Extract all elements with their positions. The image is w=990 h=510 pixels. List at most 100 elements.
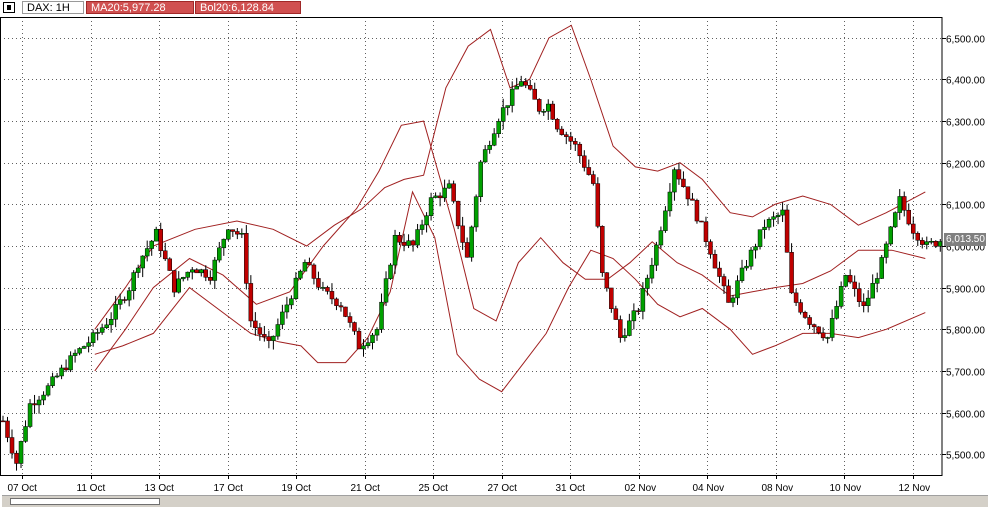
candlesticks <box>0 75 943 471</box>
candle <box>36 395 42 414</box>
price-chart[interactable]: 5,500.00 5,600.00 5,700.00 5,800.00 5,900.00… <box>0 0 990 510</box>
candle-body <box>361 345 366 350</box>
candle-body <box>523 81 528 86</box>
candle <box>221 238 227 256</box>
candle <box>131 270 136 300</box>
candle-body <box>95 332 100 334</box>
candle <box>90 329 96 347</box>
horizontal-scrollbar[interactable] <box>2 495 988 507</box>
candle <box>807 314 812 330</box>
candle <box>739 259 745 283</box>
candle-body <box>491 133 497 146</box>
candle-body <box>54 375 60 378</box>
candle <box>618 315 623 343</box>
candle-body <box>239 233 245 235</box>
candle-body <box>663 210 668 231</box>
candle <box>748 246 754 270</box>
candle <box>762 219 767 239</box>
candle-body <box>433 195 438 198</box>
candle <box>672 167 677 201</box>
candle <box>933 240 939 248</box>
candle <box>591 170 596 186</box>
candle-body <box>18 441 24 464</box>
candle <box>144 240 150 262</box>
candle <box>185 271 191 281</box>
candle-body <box>843 275 848 287</box>
candle-body <box>230 229 236 232</box>
candle <box>690 192 695 201</box>
candle-body <box>190 269 195 273</box>
candle <box>248 275 254 328</box>
bollinger-bands <box>94 24 926 393</box>
candle <box>41 391 46 406</box>
candle-body <box>816 326 821 334</box>
candle-body <box>9 437 15 454</box>
candle-body <box>753 246 758 251</box>
candle <box>293 272 299 301</box>
candle <box>235 228 240 240</box>
candle <box>153 226 159 242</box>
candle-body <box>618 319 623 338</box>
candle <box>559 126 565 136</box>
candle-body <box>730 297 736 303</box>
candle <box>316 271 321 291</box>
candle-body <box>23 426 28 442</box>
candle <box>699 220 704 223</box>
candle <box>793 288 799 307</box>
candle-body <box>379 301 384 330</box>
candle <box>577 141 583 163</box>
candle-body <box>595 183 601 227</box>
candle <box>99 323 105 335</box>
candle-body <box>104 324 109 328</box>
x-tick-label: 13 Oct <box>145 483 175 494</box>
candle-body <box>63 367 69 371</box>
candle-body <box>703 221 709 242</box>
candle <box>573 138 578 151</box>
candle-body <box>911 223 916 234</box>
candle-body <box>780 209 785 216</box>
candle-body <box>654 244 659 266</box>
candle-body <box>861 301 866 306</box>
candle-body <box>86 342 91 347</box>
candle-body <box>199 269 204 274</box>
candle-body <box>347 316 353 323</box>
candle-body <box>446 183 452 189</box>
candle <box>343 306 348 318</box>
candle-body <box>685 186 691 200</box>
scrollbar-thumb[interactable] <box>10 498 160 505</box>
candle <box>582 150 587 172</box>
candle-body <box>518 81 524 87</box>
candle <box>911 216 916 240</box>
candle-body <box>32 403 37 406</box>
candle-body <box>140 255 145 269</box>
candle-body <box>541 111 546 113</box>
candle-body <box>807 317 812 325</box>
candle-body <box>167 258 172 271</box>
y-tick-label: 6,400.00 <box>946 76 985 87</box>
candle <box>771 211 776 227</box>
candle-body <box>577 143 583 157</box>
candle-body <box>325 287 330 292</box>
candle-body <box>757 229 763 247</box>
candle-body <box>672 169 677 193</box>
candle-body <box>901 196 907 211</box>
candle <box>645 274 650 296</box>
candle-body <box>929 241 934 243</box>
candle <box>478 160 483 203</box>
candle-body <box>546 103 551 112</box>
candle <box>59 364 64 380</box>
candle-body <box>329 291 335 300</box>
candle-body <box>5 420 10 438</box>
candle <box>392 229 398 274</box>
candle <box>289 295 294 310</box>
candle <box>379 293 384 333</box>
candle-body <box>879 257 884 279</box>
candle <box>906 203 911 226</box>
y-tick-label: 5,800.00 <box>946 326 985 337</box>
candle-body <box>149 240 154 249</box>
candle-body <box>203 269 209 278</box>
candle-body <box>640 288 646 312</box>
y-tick-label: 5,900.00 <box>946 285 985 296</box>
candle-body <box>748 249 754 267</box>
candle-body <box>811 324 817 328</box>
